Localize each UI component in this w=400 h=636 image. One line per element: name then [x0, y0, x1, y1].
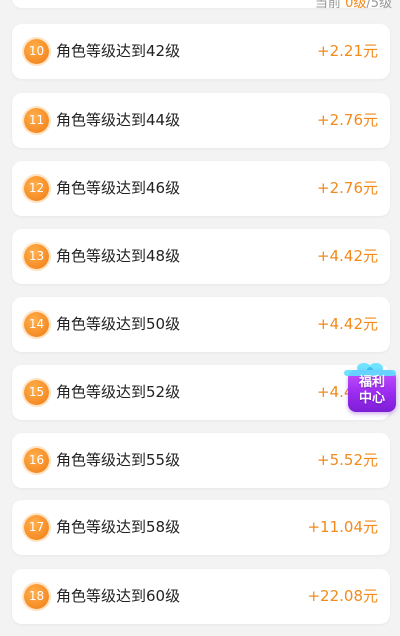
task-row[interactable]: 18 角色等级达到60级 +22.08元	[12, 569, 390, 624]
task-number-badge: 16	[24, 448, 49, 473]
task-label: 角色等级达到60级	[56, 587, 181, 605]
task-label: 角色等级达到50级	[56, 315, 181, 333]
welfare-label: 福利 中心	[348, 375, 396, 407]
welfare-center-button[interactable]: 福利 中心	[344, 360, 398, 414]
task-number-badge: 17	[24, 515, 49, 540]
task-label: 角色等级达到44级	[56, 111, 181, 129]
task-reward: +11.04元	[307, 518, 378, 536]
level-progress: 当前 0级/5级	[315, 0, 392, 12]
task-number-badge: 10	[24, 39, 49, 64]
task-row[interactable]: 10 角色等级达到42级 +2.21元	[12, 24, 390, 79]
progress-current: 0级	[345, 0, 367, 11]
task-reward: +4.42元	[317, 315, 378, 333]
task-reward: +2.76元	[317, 179, 378, 197]
progress-prefix: 当前	[314, 0, 346, 11]
task-row[interactable]: 12 角色等级达到46级 +2.76元	[12, 161, 390, 216]
task-label: 角色等级达到48级	[56, 247, 181, 265]
task-row[interactable]: 13 角色等级达到48级 +4.42元	[12, 229, 390, 284]
task-number-badge: 13	[24, 244, 49, 269]
task-reward: +5.52元	[317, 451, 378, 469]
task-label: 角色等级达到46级	[56, 179, 181, 197]
task-number-badge: 18	[24, 584, 49, 609]
progress-total: /5级	[366, 0, 392, 11]
task-label: 角色等级达到55级	[56, 451, 181, 469]
task-label: 角色等级达到52级	[56, 383, 181, 401]
task-reward: +22.08元	[307, 587, 378, 605]
task-number-badge: 12	[24, 176, 49, 201]
task-number-badge: 11	[24, 108, 49, 133]
task-row[interactable]: 11 角色等级达到44级 +2.76元	[12, 93, 390, 148]
task-row[interactable]: 16 角色等级达到55级 +5.52元	[12, 433, 390, 488]
task-number-badge: 14	[24, 312, 49, 337]
task-row[interactable]: 17 角色等级达到58级 +11.04元	[12, 500, 390, 555]
task-reward: +2.21元	[317, 42, 378, 60]
task-label: 角色等级达到58级	[56, 518, 181, 536]
task-row[interactable]: 15 角色等级达到52级 +4.42元	[12, 365, 390, 420]
task-row[interactable]: 14 角色等级达到50级 +4.42元	[12, 297, 390, 352]
welfare-label-line2: 中心	[358, 391, 385, 406]
welfare-label-line1: 福利	[358, 375, 385, 390]
task-reward: +4.42元	[317, 247, 378, 265]
task-label: 角色等级达到42级	[56, 42, 181, 60]
task-number-badge: 15	[24, 380, 49, 405]
task-reward: +2.76元	[317, 111, 378, 129]
